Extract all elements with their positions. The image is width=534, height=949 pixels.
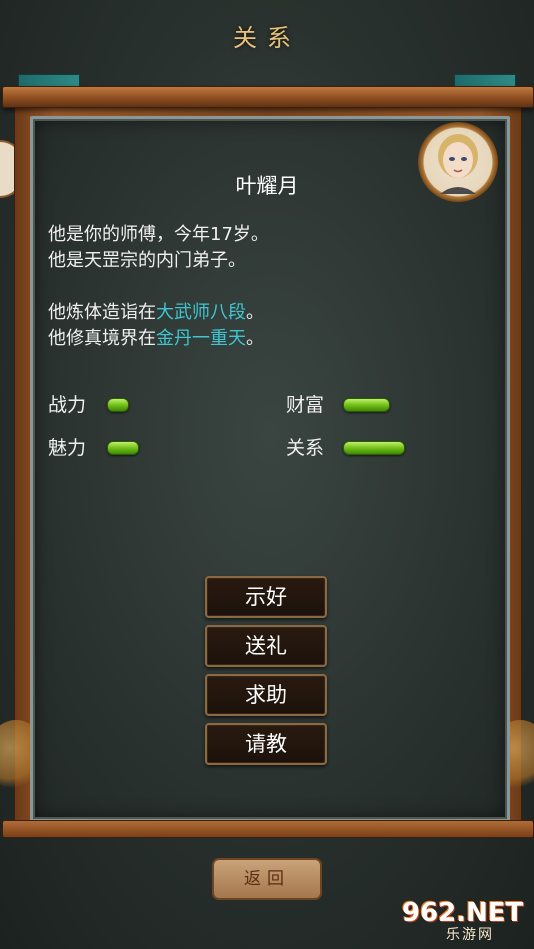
watermark-logo: 962.NET 乐游网 — [394, 898, 528, 944]
back-button[interactable]: 返回 — [212, 858, 322, 900]
description-line-1: 他是你的师傅，今年17岁。 — [48, 224, 269, 245]
cultivation-realm-rank: 金丹一重天 — [156, 328, 246, 349]
befriend-button[interactable]: 示好 — [205, 576, 327, 618]
stat-bar-charm — [107, 441, 139, 455]
character-cultivation: 他炼体造诣在大武师八段。 他修真境界在金丹一重天。 — [48, 300, 264, 352]
character-description: 他是你的师傅，今年17岁。 他是天罡宗的内门弟子。 — [48, 222, 269, 274]
stat-bar-relationship — [343, 441, 405, 455]
stat-label-relationship: 关系 — [286, 437, 325, 459]
stat-label-combat: 战力 — [48, 394, 87, 416]
description-line-2: 他是天罡宗的内门弟子。 — [48, 250, 246, 271]
stat-label-charm: 魅力 — [48, 437, 87, 459]
stat-label-wealth: 财富 — [286, 394, 325, 416]
scroll-bottom-rod — [2, 820, 534, 838]
give-gift-button[interactable]: 送礼 — [205, 625, 327, 667]
body-training-rank: 大武师八段 — [156, 302, 246, 323]
character-name: 叶耀月 — [235, 174, 299, 198]
scroll-top-rod — [2, 86, 534, 108]
ask-help-button[interactable]: 求助 — [205, 674, 327, 716]
screen-title: 关系 — [233, 24, 301, 52]
watermark-sub: 乐游网 — [446, 927, 494, 943]
cultivation-realm-line: 他修真境界在金丹一重天。 — [48, 328, 264, 349]
body-training-line: 他炼体造诣在大武师八段。 — [48, 302, 264, 323]
stat-bar-wealth — [343, 398, 390, 412]
seek-advice-button[interactable]: 请教 — [205, 723, 327, 765]
stat-bar-combat — [107, 398, 129, 412]
